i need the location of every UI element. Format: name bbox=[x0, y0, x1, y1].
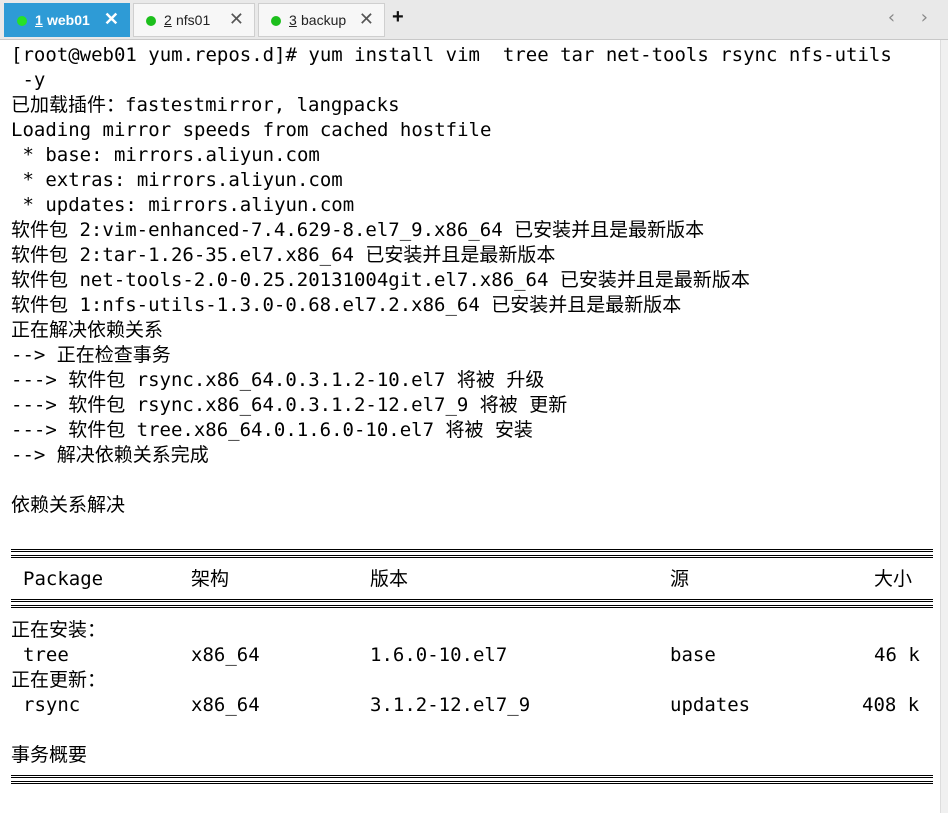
terminal-line: Loading mirror speeds from cached hostfi… bbox=[11, 119, 492, 141]
section-updating: 正在更新： bbox=[11, 669, 107, 691]
terminal-line: 软件包 2:vim-enhanced-7.4.629-8.el7_9.x86_6… bbox=[11, 219, 705, 241]
terminal-output[interactable]: [root@web01 yum.repos.d]# yum install vi… bbox=[0, 40, 940, 813]
terminal-line: [root@web01 yum.repos.d]# yum install vi… bbox=[11, 44, 892, 66]
row-repo: base bbox=[670, 644, 716, 666]
tab-number: 2 bbox=[164, 12, 172, 28]
terminal-line: 软件包 1:nfs-utils-1.3.0-0.68.el7.2.x86_64 … bbox=[11, 294, 682, 316]
connected-status-icon bbox=[17, 16, 27, 26]
table-rule bbox=[11, 549, 933, 558]
tab-nfs01[interactable]: 2 nfs01 ✕ bbox=[133, 3, 255, 37]
close-tab-icon[interactable]: ✕ bbox=[104, 9, 119, 30]
table-rule bbox=[11, 599, 933, 608]
terminal-line: --> 解决依赖关系完成 bbox=[11, 444, 209, 466]
row-arch: x86_64 bbox=[191, 694, 260, 716]
row-package: rsync bbox=[23, 694, 81, 716]
tab-bar: 1 web01 ✕ 2 nfs01 ✕ 3 backup ✕ + ‹ › bbox=[0, 0, 948, 40]
row-arch: x86_64 bbox=[191, 644, 260, 666]
tab-label: web01 bbox=[47, 12, 90, 28]
header-version: 版本 bbox=[370, 568, 409, 590]
close-tab-icon[interactable]: ✕ bbox=[359, 9, 374, 30]
tab-label: nfs01 bbox=[176, 12, 211, 28]
row-version: 3.1.2-12.el7_9 bbox=[370, 694, 531, 716]
row-size: 408 k bbox=[862, 694, 920, 716]
tab-number: 1 bbox=[35, 12, 43, 28]
connected-status-icon bbox=[271, 16, 281, 26]
tab-scroll-arrows-icon[interactable]: ‹ › bbox=[888, 7, 938, 28]
terminal-line: 已加载插件：fastestmirror, langpacks bbox=[11, 94, 400, 116]
terminal-line: * extras: mirrors.aliyun.com bbox=[11, 169, 343, 191]
close-tab-icon[interactable]: ✕ bbox=[229, 9, 244, 30]
terminal-line: 软件包 net-tools-2.0-0.25.20131004git.el7.x… bbox=[11, 269, 750, 291]
row-size: 46 k bbox=[874, 644, 920, 666]
terminal-line: 正在解决依赖关系 bbox=[11, 319, 164, 341]
table-rule bbox=[11, 775, 933, 784]
row-repo: updates bbox=[670, 694, 751, 716]
section-installing: 正在安装： bbox=[11, 619, 107, 641]
terminal-line: -y bbox=[11, 69, 46, 91]
terminal-line: 依赖关系解决 bbox=[11, 494, 126, 516]
terminal-line: 软件包 2:tar-1.26-35.el7.x86_64 已安装并且是最新版本 bbox=[11, 244, 556, 266]
terminal-line: ---> 软件包 rsync.x86_64.0.3.1.2-10.el7 将被 … bbox=[11, 369, 545, 391]
header-package: Package bbox=[23, 568, 104, 590]
terminal-line: ---> 软件包 tree.x86_64.0.1.6.0-10.el7 将被 安… bbox=[11, 419, 533, 441]
terminal-line: * base: mirrors.aliyun.com bbox=[11, 144, 320, 166]
new-tab-button[interactable]: + bbox=[392, 6, 404, 29]
row-package: tree bbox=[23, 644, 69, 666]
summary-heading: 事务概要 bbox=[11, 744, 88, 766]
terminal-scrollbar[interactable] bbox=[940, 40, 948, 813]
connected-status-icon bbox=[146, 16, 156, 26]
terminal-line: ---> 软件包 rsync.x86_64.0.3.1.2-12.el7_9 将… bbox=[11, 394, 568, 416]
header-arch: 架构 bbox=[191, 568, 230, 590]
tab-number: 3 bbox=[289, 12, 297, 28]
tab-web01[interactable]: 1 web01 ✕ bbox=[4, 3, 130, 37]
row-version: 1.6.0-10.el7 bbox=[370, 644, 508, 666]
header-repo: 源 bbox=[670, 568, 690, 590]
header-size: 大小 bbox=[874, 568, 913, 590]
tab-backup[interactable]: 3 backup ✕ bbox=[258, 3, 385, 37]
terminal-line: --> 正在检查事务 bbox=[11, 344, 171, 366]
terminal-line: * updates: mirrors.aliyun.com bbox=[11, 194, 355, 216]
tab-label: backup bbox=[301, 12, 347, 28]
